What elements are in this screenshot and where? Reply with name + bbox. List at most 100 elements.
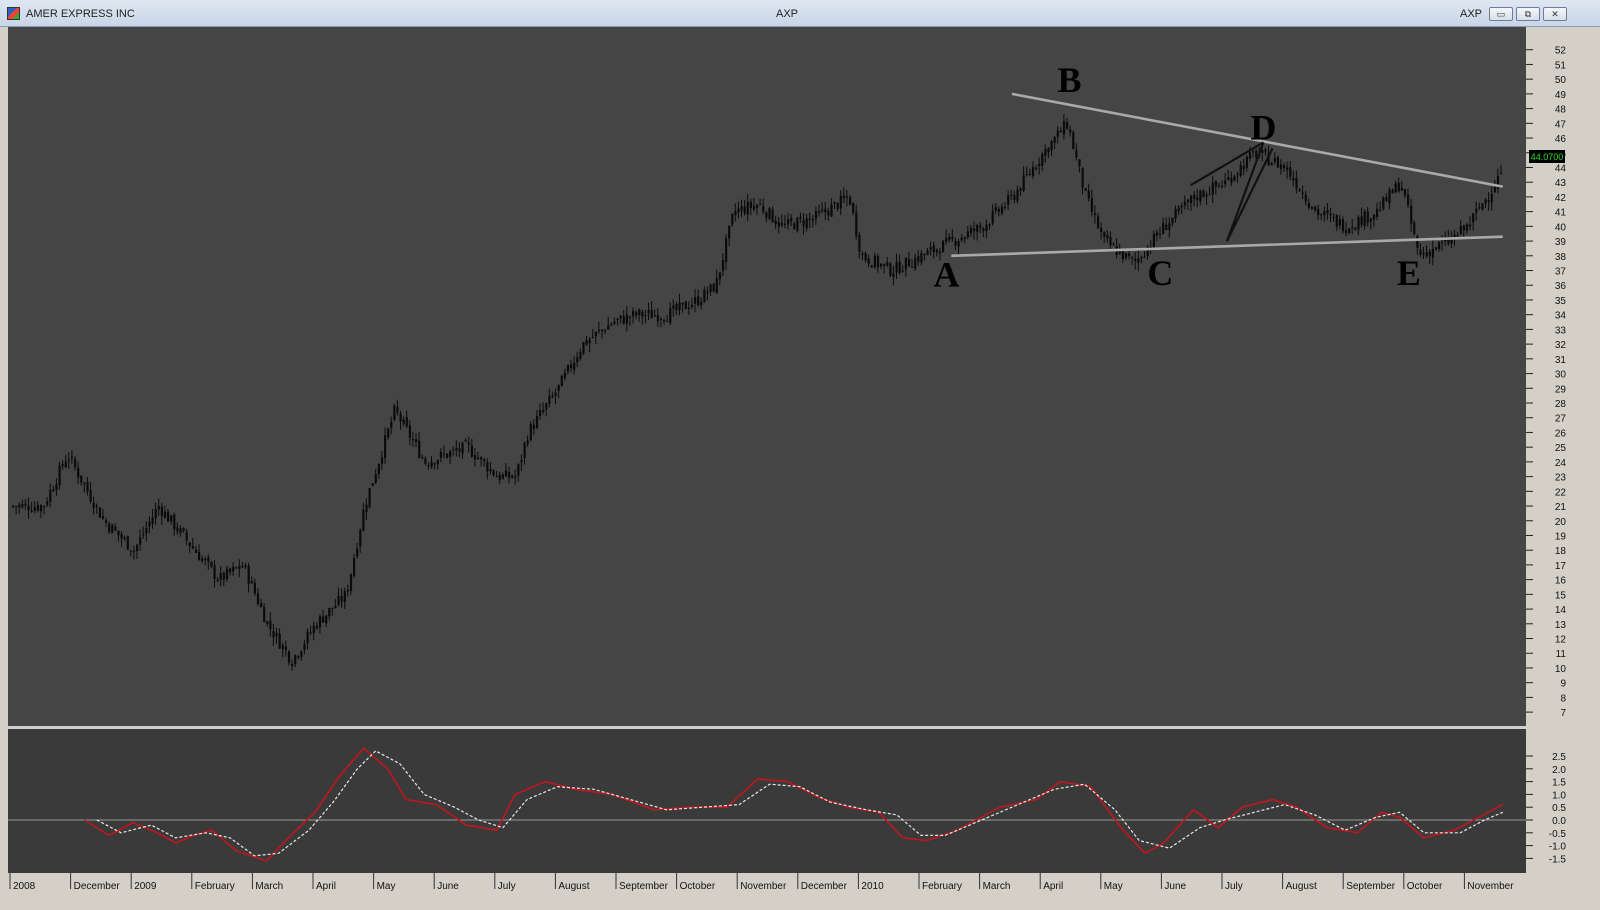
candle-body [328,607,331,617]
price-tick-label: 24 [1555,458,1567,469]
candle-body [1357,217,1360,230]
candle-body [1500,173,1503,175]
candle-body [1314,206,1317,211]
minimize-button[interactable]: ▭ [1489,7,1513,21]
candle-body [213,565,216,579]
candle-body [734,211,737,216]
price-tick-label: 20 [1555,517,1567,528]
candle-body [1261,150,1264,153]
candle-body [842,195,845,199]
candle-body [1397,183,1400,192]
panel-divider[interactable] [0,726,1600,729]
symbol-label: AXP [1460,8,1483,20]
wave-label: A [933,254,959,294]
price-tick-label: 17 [1555,561,1567,572]
candle-body [1199,190,1202,202]
candle-body [1162,222,1165,234]
candle-body [473,455,477,460]
candle-body [787,219,790,225]
candle-body [1152,233,1155,250]
candle-body [374,474,377,483]
candle-body [151,517,154,524]
candle-body [818,211,821,214]
candle-body [811,219,814,221]
candle-body [204,558,207,560]
indicator-panel[interactable] [8,729,1526,873]
price-tick-label: 35 [1555,296,1567,307]
candle-body [1193,194,1196,200]
candle-body [511,475,514,478]
candle-body [1264,149,1267,152]
candle-body [777,222,780,227]
candle-body [380,457,384,464]
price-panel[interactable] [8,27,1526,726]
candle-body [194,549,198,553]
candle-body [306,631,309,644]
candle-body [253,582,256,594]
candle-body [359,530,362,547]
close-button[interactable]: ✕ [1543,7,1567,21]
time-tick-label: July [498,881,516,892]
candle-body [653,315,656,317]
candle-body [628,316,632,318]
candle-body [235,567,238,569]
candle-body [266,621,269,624]
candle-body [1307,202,1310,208]
candle-body [1221,186,1224,188]
candle-body [1230,177,1233,183]
candle-body [182,528,185,532]
candle-body [1174,208,1177,219]
candle-body [365,504,368,513]
candle-body [1276,157,1279,168]
candle-body [46,501,49,505]
candle-body [1109,237,1112,246]
candle-body [1341,219,1345,232]
candle-body [80,475,83,483]
candle-body [117,530,120,536]
candle-body [991,211,994,224]
candle-body [551,395,554,397]
candle-body [61,464,64,466]
candle-body [1177,207,1180,212]
price-tick-label: 7 [1560,708,1566,719]
candle-body [892,273,895,277]
candle-body [1100,228,1103,232]
candle-body [1248,152,1252,159]
restore-button[interactable]: ⧉ [1516,7,1540,21]
candle-body [114,526,117,531]
price-tick-label: 42 [1555,193,1567,204]
candle-body [368,488,371,508]
candle-body [756,204,759,208]
chart-canvas[interactable]: A B C D E 7 8 9 10 11 12 13 14 15 16 17 18 19 20 21 22 23 24 2… [0,27,1600,910]
candle-body [142,534,145,536]
candle-body [1041,153,1044,166]
candle-body [297,656,300,658]
candle-body [145,528,148,534]
candle-body [718,272,721,280]
candle-body [1425,251,1428,257]
time-tick-label: February [195,881,235,892]
candle-body [421,457,424,459]
price-tick-label: 21 [1555,502,1567,513]
candle-body [579,351,582,359]
candle-body [167,511,170,522]
candle-body [597,329,601,331]
candle-body [535,416,539,428]
candle-body [449,451,452,457]
candle-body [387,428,390,438]
app-icon [7,7,20,20]
candle-body [399,413,402,422]
candle-body [198,551,201,561]
candle-body [1413,222,1416,234]
candle-body [508,472,511,478]
candle-body [1363,211,1366,226]
candle-body [1289,167,1292,177]
candle-body [464,440,467,442]
candle-body [873,255,876,268]
candle-body [1004,206,1007,208]
candle-body [917,256,920,262]
candle-body [1180,205,1183,208]
candle-body [1481,203,1484,210]
candle-body [985,224,988,232]
candle-body [1050,141,1053,151]
